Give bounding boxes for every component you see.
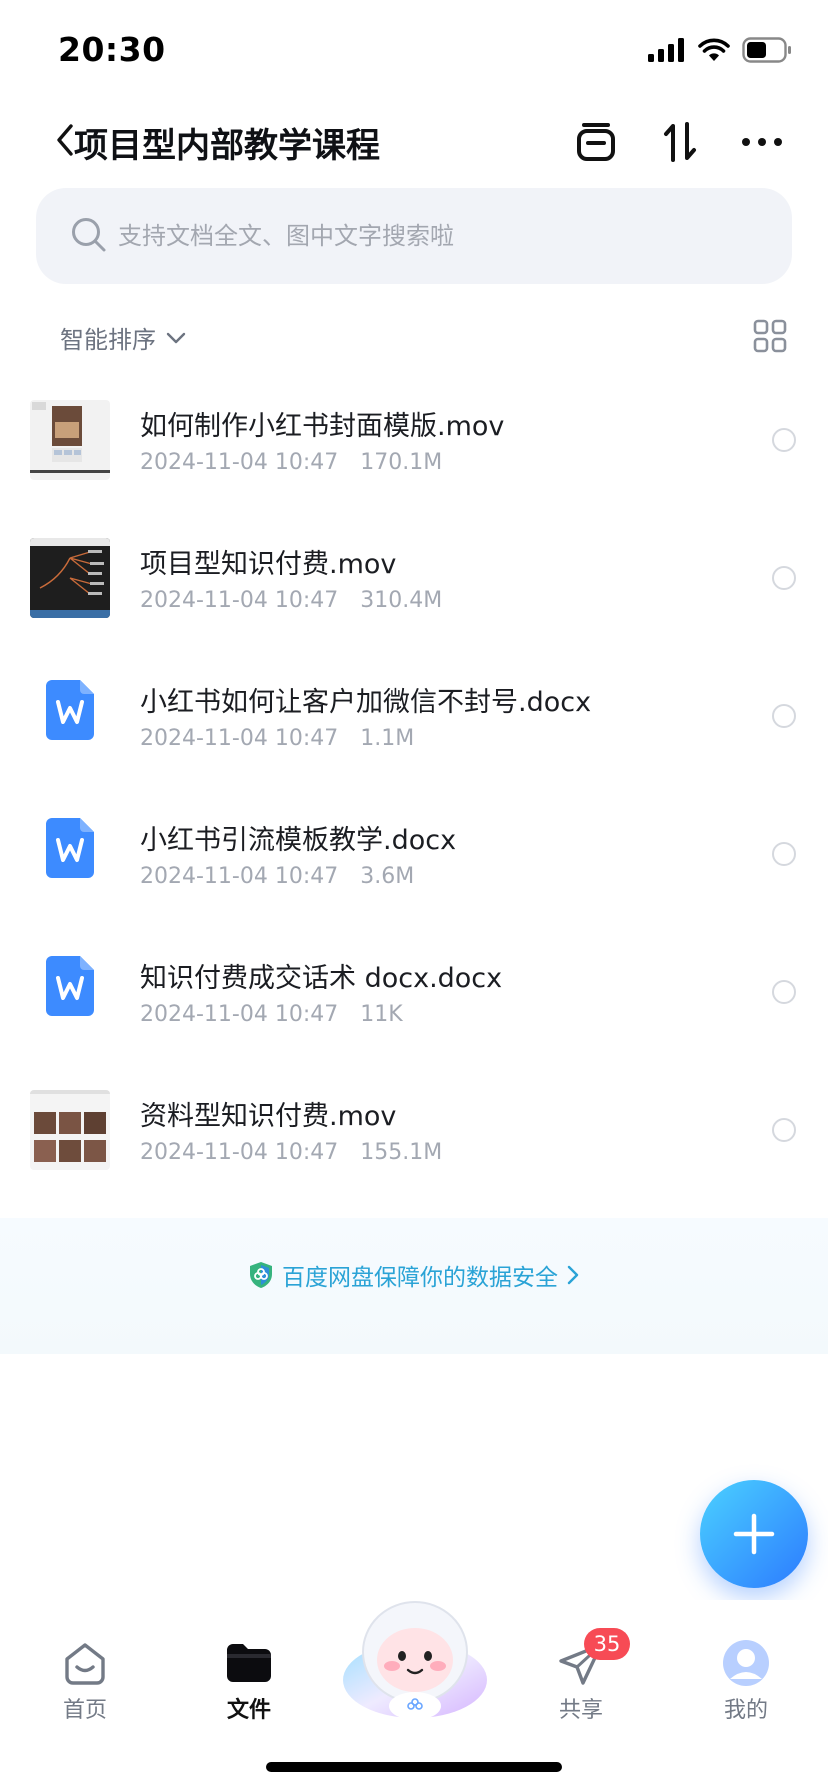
file-date: 2024-11-04 10:47 [140,1140,339,1165]
status-bar: 20:30 [0,0,828,96]
more-icon [742,138,782,146]
tab-home[interactable]: 首页 [30,1640,140,1730]
security-text: 百度网盘保障你的数据安全 [282,1265,558,1291]
security-link[interactable]: 百度网盘保障你的数据安全 [0,1258,828,1292]
sort-icon [664,122,696,162]
select-radio[interactable] [772,566,796,590]
header: 项目型内部教学课程 [0,104,828,176]
folder-icon [227,1644,271,1682]
signal-icon [648,38,684,62]
plus-icon [733,1513,775,1555]
search-input[interactable] [118,188,758,284]
video-thumbnail [30,1090,110,1170]
file-name: 资料型知识付费.mov [140,1101,397,1132]
more-button[interactable] [736,116,788,168]
select-radio[interactable] [772,980,796,1004]
file-row[interactable]: 知识付费成交话术 docx.docx 2024-11-04 10:47 11K [0,936,828,1074]
profile-icon [723,1640,769,1686]
status-icons [648,34,792,66]
file-size: 11K [360,1002,403,1027]
tab-label: 共享 [558,1698,603,1723]
tab-share[interactable]: 35 共享 [526,1628,636,1730]
tab-label: 我的 [723,1698,768,1723]
file-row[interactable]: 项目型知识付费.mov 2024-11-04 10:47 310.4M [0,522,828,660]
chevron-down-icon [166,332,186,343]
share-badge: 35 [584,1628,630,1660]
home-indicator [266,1762,562,1772]
tab-files[interactable]: 文件 [194,1640,304,1730]
file-meta: 2024-11-04 10:47 3.6M [140,864,414,889]
page-title: 项目型内部教学课程 [74,126,380,166]
add-button[interactable] [700,1480,808,1588]
home-icon [65,1643,105,1685]
file-meta: 2024-11-04 10:47 155.1M [140,1140,442,1165]
word-doc-icon [46,818,94,878]
file-date: 2024-11-04 10:47 [140,588,339,613]
file-size: 155.1M [360,1140,443,1165]
word-doc-icon [46,956,94,1016]
sort-order-button[interactable] [654,116,706,168]
file-list: 如何制作小红书封面模版.mov 2024-11-04 10:47 170.1M 项… [0,384,828,1212]
search-icon [72,218,106,252]
select-radio[interactable] [772,1118,796,1142]
word-doc-icon [46,680,94,740]
tab-label: 文件 [226,1698,271,1723]
file-date: 2024-11-04 10:47 [140,726,339,751]
chevron-right-icon [567,1265,579,1285]
select-radio[interactable] [772,842,796,866]
file-meta: 2024-11-04 10:47 1.1M [140,726,414,751]
back-icon [57,124,73,156]
file-date: 2024-11-04 10:47 [140,864,339,889]
sort-label: 智能排序 [60,326,156,354]
file-name: 知识付费成交话术 docx.docx [140,963,503,994]
mascot-icon[interactable] [340,1596,490,1722]
file-meta: 2024-11-04 10:47 11K [140,1002,403,1027]
select-radio[interactable] [772,428,796,452]
sort-dropdown[interactable]: 智能排序 [60,320,186,355]
transfer-icon [577,123,615,161]
file-size: 310.4M [360,588,443,613]
select-radio[interactable] [772,704,796,728]
file-size: 3.6M [360,864,415,889]
file-name: 项目型知识付费.mov [140,549,397,580]
file-row[interactable]: 小红书如何让客户加微信不封号.docx 2024-11-04 10:47 1.1M [0,660,828,798]
transfer-button[interactable] [570,116,622,168]
video-thumbnail [30,400,110,480]
wifi-icon [698,38,730,61]
file-row[interactable]: 小红书引流模板教学.docx 2024-11-04 10:47 3.6M [0,798,828,936]
tab-profile[interactable]: 我的 [691,1640,801,1730]
file-date: 2024-11-04 10:47 [140,450,339,475]
grid-view-icon[interactable] [752,318,788,354]
file-meta: 2024-11-04 10:47 310.4M [140,588,442,613]
file-row[interactable]: 资料型知识付费.mov 2024-11-04 10:47 155.1M [0,1074,828,1212]
file-name: 如何制作小红书封面模版.mov [140,411,505,442]
tab-label: 首页 [62,1698,107,1723]
sort-bar: 智能排序 [0,310,828,362]
file-name: 小红书如何让客户加微信不封号.docx [140,687,592,718]
security-banner: 百度网盘保障你的数据安全 [0,1218,828,1354]
file-date: 2024-11-04 10:47 [140,1002,339,1027]
file-size: 170.1M [360,450,443,475]
video-thumbnail [30,538,110,618]
battery-icon [742,37,791,63]
file-name: 小红书引流模板教学.docx [140,825,457,856]
file-size: 1.1M [360,726,415,751]
file-meta: 2024-11-04 10:47 170.1M [140,450,442,475]
search-box[interactable] [36,188,792,284]
status-time: 20:30 [58,30,166,69]
file-row[interactable]: 如何制作小红书封面模版.mov 2024-11-04 10:47 170.1M [0,384,828,522]
shield-icon [250,1262,272,1288]
